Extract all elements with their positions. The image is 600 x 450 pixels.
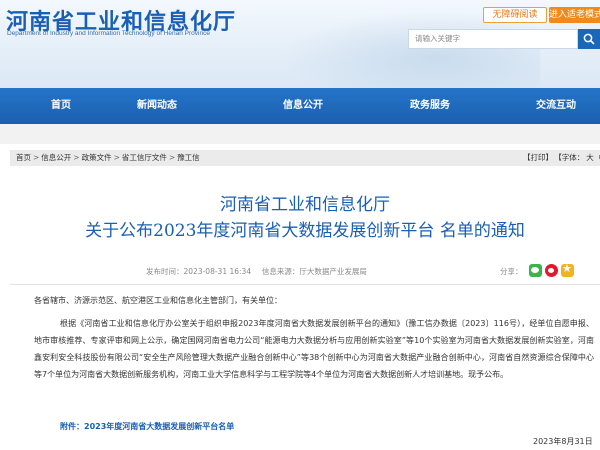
nav-item-gov-service[interactable]: 政务服务	[397, 88, 463, 124]
font-size-controls: 【打印】【字体：大中小】	[523, 150, 600, 166]
nav-item-home[interactable]: 首页	[38, 88, 84, 124]
accessible-reading-button[interactable]: 无障碍阅读	[483, 7, 547, 23]
breadcrumb-item-dept-docs[interactable]: 省工信厅文件	[122, 153, 167, 162]
qzone-icon[interactable]	[561, 262, 574, 277]
breadcrumb: 首页 > 信息公开 > 政策文件 > 省工信厅文件 > 豫工信	[16, 150, 200, 166]
breadcrumb-separator: >	[113, 153, 120, 162]
attachment-link[interactable]: 附件：2023年度河南省大数据发展创新平台名单	[60, 421, 234, 432]
breadcrumb-item-policy[interactable]: 政策文件	[82, 153, 112, 162]
print-button[interactable]: 【打印】	[523, 153, 553, 162]
breadcrumb-separator: >	[73, 153, 80, 162]
search-button[interactable]	[578, 29, 600, 49]
weibo-icon[interactable]	[545, 264, 558, 277]
article-salutation: 各省辖市、济源示范区、航空港区工业和信息化主管部门，有关单位：	[34, 296, 282, 305]
main-nav: 首页 新闻动态 信息公开 政务服务 交流互动	[0, 88, 600, 124]
site-header: 河南省工业和信息化厅 Department of Industry and In…	[0, 0, 600, 88]
source-label: 信息来源：	[261, 267, 300, 276]
search-icon	[583, 33, 595, 45]
share-label: 分享：	[500, 267, 523, 276]
breadcrumb-item-info-public[interactable]: 信息公开	[41, 153, 71, 162]
article-meta: 发布时间：2023-08-31 16:34 信息来源：厅大数据产业发展局	[146, 266, 367, 277]
breadcrumb-bar: 首页>信息公开>政策文件>省工信厅文件>豫工信 【打印】【字体：大中小】	[10, 150, 600, 166]
breadcrumb-separator: >	[33, 153, 40, 162]
elder-mode-button[interactable]: 进入适老模式	[549, 7, 600, 23]
breadcrumb-item-current[interactable]: 豫工信	[177, 153, 200, 162]
spacer-strip	[0, 124, 600, 144]
article-date: 2023年8月31日	[533, 437, 593, 446]
meta-divider	[10, 284, 600, 285]
breadcrumb-item-home[interactable]: 首页	[16, 153, 31, 162]
article-content: 河南省工业和信息化厅 关于公布2023年度河南省大数据发展创新平台 名单的通知 …	[10, 180, 600, 450]
article-title-line2: 关于公布2023年度河南省大数据发展创新平台 名单的通知	[85, 221, 525, 241]
nav-item-news[interactable]: 新闻动态	[124, 88, 190, 124]
publish-time-label: 发布时间：	[146, 267, 184, 276]
article-body: 根据《河南省工业和信息化厅办公室关于组织申报2023年度河南省大数据发展创新平台…	[34, 319, 594, 379]
article-title-line1: 河南省工业和信息化厅	[220, 195, 390, 215]
breadcrumb-separator: >	[168, 153, 176, 162]
source-value: 厅大数据产业发展局	[299, 267, 367, 276]
font-large-button[interactable]: 大	[586, 153, 594, 162]
publish-time: 2023-08-31 16:34	[183, 267, 252, 276]
site-subtitle: Department of Industry and Information T…	[7, 30, 210, 37]
nav-item-info-public[interactable]: 信息公开	[270, 88, 336, 124]
nav-item-interaction[interactable]: 交流互动	[523, 88, 589, 124]
search-input[interactable]: 请输入关键字	[408, 29, 578, 49]
font-size-prefix: 【字体：	[558, 153, 585, 162]
wechat-icon[interactable]	[529, 264, 542, 277]
